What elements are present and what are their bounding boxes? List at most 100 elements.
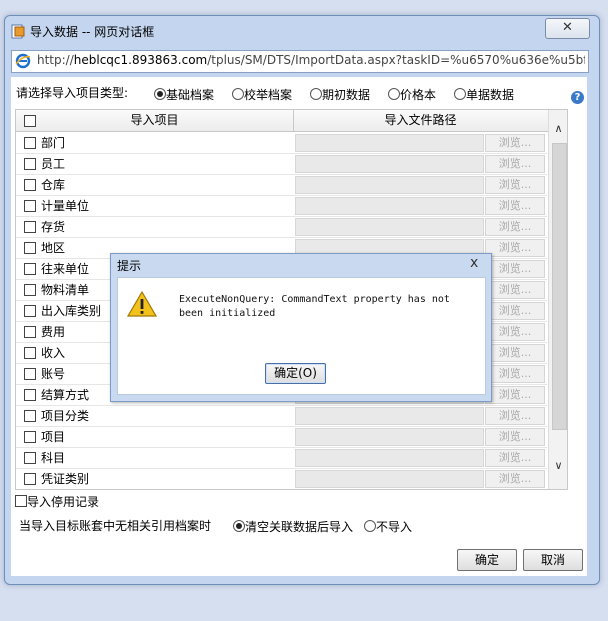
scroll-down-icon[interactable]: ∨ bbox=[551, 460, 566, 472]
grid-header-path: 导入文件路径 bbox=[384, 113, 457, 127]
radio-label: 不导入 bbox=[376, 520, 413, 534]
row-checkbox[interactable] bbox=[24, 473, 36, 485]
radio[interactable] bbox=[454, 88, 466, 100]
browse-button[interactable]: 浏览... bbox=[485, 449, 545, 467]
browse-button[interactable]: 浏览... bbox=[485, 428, 545, 446]
row-label: 科目 bbox=[41, 451, 66, 465]
radio[interactable] bbox=[232, 88, 244, 100]
file-path-input[interactable] bbox=[295, 470, 484, 488]
row-checkbox[interactable] bbox=[24, 452, 36, 464]
browse-button[interactable]: 浏览... bbox=[485, 344, 545, 362]
browse-button[interactable]: 浏览... bbox=[485, 260, 545, 278]
row-checkbox[interactable] bbox=[24, 431, 36, 443]
browse-button[interactable]: 浏览... bbox=[485, 281, 545, 299]
row-checkbox[interactable] bbox=[24, 410, 36, 422]
browse-button[interactable]: 浏览... bbox=[485, 176, 545, 194]
row-checkbox[interactable] bbox=[24, 347, 36, 359]
radio-option-clear-import[interactable]: 清空关联数据后导入 bbox=[233, 518, 353, 535]
file-path-input[interactable] bbox=[295, 407, 484, 425]
radio[interactable] bbox=[364, 520, 376, 532]
browse-button[interactable]: 浏览... bbox=[485, 302, 545, 320]
row-checkbox[interactable] bbox=[24, 305, 36, 317]
browse-button[interactable]: 浏览... bbox=[485, 365, 545, 383]
scroll-thumb[interactable] bbox=[552, 143, 567, 430]
row-checkbox[interactable] bbox=[24, 221, 36, 233]
table-row: 仓库 浏览... bbox=[16, 174, 547, 196]
file-path-input[interactable] bbox=[295, 155, 484, 173]
row-label: 费用 bbox=[41, 325, 66, 339]
browse-button[interactable]: 浏览... bbox=[485, 155, 545, 173]
row-checkbox[interactable] bbox=[24, 263, 36, 275]
table-row: 项目分类 浏览... bbox=[16, 405, 547, 427]
row-label: 计量单位 bbox=[41, 199, 90, 213]
stop-records-option[interactable]: 导入停用记录 bbox=[15, 493, 99, 510]
window-title: 导入数据 -- 网页对话框 bbox=[30, 25, 155, 39]
browse-button[interactable]: 浏览... bbox=[485, 197, 545, 215]
file-path-input[interactable] bbox=[295, 134, 484, 152]
row-label: 凭证类别 bbox=[41, 472, 90, 486]
file-path-input[interactable] bbox=[295, 218, 484, 236]
browse-button[interactable]: 浏览... bbox=[485, 407, 545, 425]
radio[interactable] bbox=[310, 88, 322, 100]
window-close-button[interactable]: ✕ bbox=[545, 18, 590, 39]
scroll-up-icon[interactable]: ∧ bbox=[551, 123, 566, 135]
table-row: 部门 浏览... bbox=[16, 132, 547, 154]
row-checkbox[interactable] bbox=[24, 389, 36, 401]
row-checkbox[interactable] bbox=[24, 242, 36, 254]
row-label: 往来单位 bbox=[41, 262, 90, 276]
row-checkbox[interactable] bbox=[24, 284, 36, 296]
radio-selected[interactable] bbox=[233, 520, 245, 532]
browse-button[interactable]: 浏览... bbox=[485, 218, 545, 236]
file-path-input[interactable] bbox=[295, 449, 484, 467]
row-checkbox[interactable] bbox=[24, 326, 36, 338]
browse-button[interactable]: 浏览... bbox=[485, 134, 545, 152]
row-checkbox[interactable] bbox=[24, 137, 36, 149]
row-label: 项目分类 bbox=[41, 409, 90, 423]
row-label: 员工 bbox=[41, 157, 66, 171]
browse-button[interactable]: 浏览... bbox=[485, 239, 545, 257]
radio-option-price[interactable]: 价格本 bbox=[388, 86, 436, 103]
help-icon[interactable]: ? bbox=[571, 91, 584, 104]
stop-records-checkbox[interactable] bbox=[15, 495, 27, 507]
radio-option-no-import[interactable]: 不导入 bbox=[364, 518, 412, 535]
grid-scrollbar[interactable]: ∧ ∨ bbox=[548, 110, 567, 489]
table-row: 凭证类别 浏览... bbox=[16, 468, 547, 489]
file-path-input[interactable] bbox=[295, 428, 484, 446]
url-host: heblcqc1.893863.com bbox=[73, 53, 208, 67]
table-row: 计量单位 浏览... bbox=[16, 195, 547, 217]
radio-option-documents[interactable]: 单据数据 bbox=[454, 86, 514, 103]
browse-button[interactable]: 浏览... bbox=[485, 323, 545, 341]
row-checkbox[interactable] bbox=[24, 200, 36, 212]
alert-message: ExecuteNonQuery: CommandText property ha… bbox=[179, 294, 450, 319]
select-all-checkbox[interactable] bbox=[24, 115, 36, 127]
radio[interactable] bbox=[388, 88, 400, 100]
row-checkbox[interactable] bbox=[24, 368, 36, 380]
radio-option-opening[interactable]: 期初数据 bbox=[310, 86, 370, 103]
row-label: 部门 bbox=[41, 136, 66, 150]
ok-button[interactable]: 确定 bbox=[457, 549, 517, 571]
url-path: /tplus/SM/DTS/ImportData.aspx?taskID=%u6… bbox=[207, 53, 585, 67]
file-path-input[interactable] bbox=[295, 176, 484, 194]
radio-label: 清空关联数据后导入 bbox=[245, 520, 354, 534]
radio-selected[interactable] bbox=[154, 88, 166, 100]
cancel-button[interactable]: 取消 bbox=[523, 549, 583, 571]
table-row: 项目 浏览... bbox=[16, 426, 547, 448]
row-checkbox[interactable] bbox=[24, 179, 36, 191]
radio-option-school[interactable]: 校举档案 bbox=[232, 86, 292, 103]
row-checkbox[interactable] bbox=[24, 158, 36, 170]
table-row: 存货 浏览... bbox=[16, 216, 547, 238]
stop-records-label: 导入停用记录 bbox=[27, 495, 100, 509]
file-path-input[interactable] bbox=[295, 197, 484, 215]
browse-button[interactable]: 浏览... bbox=[485, 386, 545, 404]
alert-title: 提示 bbox=[117, 259, 142, 273]
row-label: 账号 bbox=[41, 367, 66, 381]
row-label: 出入库类别 bbox=[41, 304, 102, 318]
alert-ok-button[interactable]: 确定(O) bbox=[265, 363, 326, 384]
alert-close-icon[interactable]: x bbox=[470, 255, 478, 271]
browse-button[interactable]: 浏览... bbox=[485, 470, 545, 488]
row-label: 仓库 bbox=[41, 178, 66, 192]
url-text: http://heblcqc1.893863.com/tplus/SM/DTS/… bbox=[37, 53, 585, 67]
grid-header: 导入项目 导入文件路径 bbox=[16, 110, 567, 132]
row-label: 地区 bbox=[41, 241, 66, 255]
radio-option-basic[interactable]: 基础档案 bbox=[154, 86, 214, 103]
